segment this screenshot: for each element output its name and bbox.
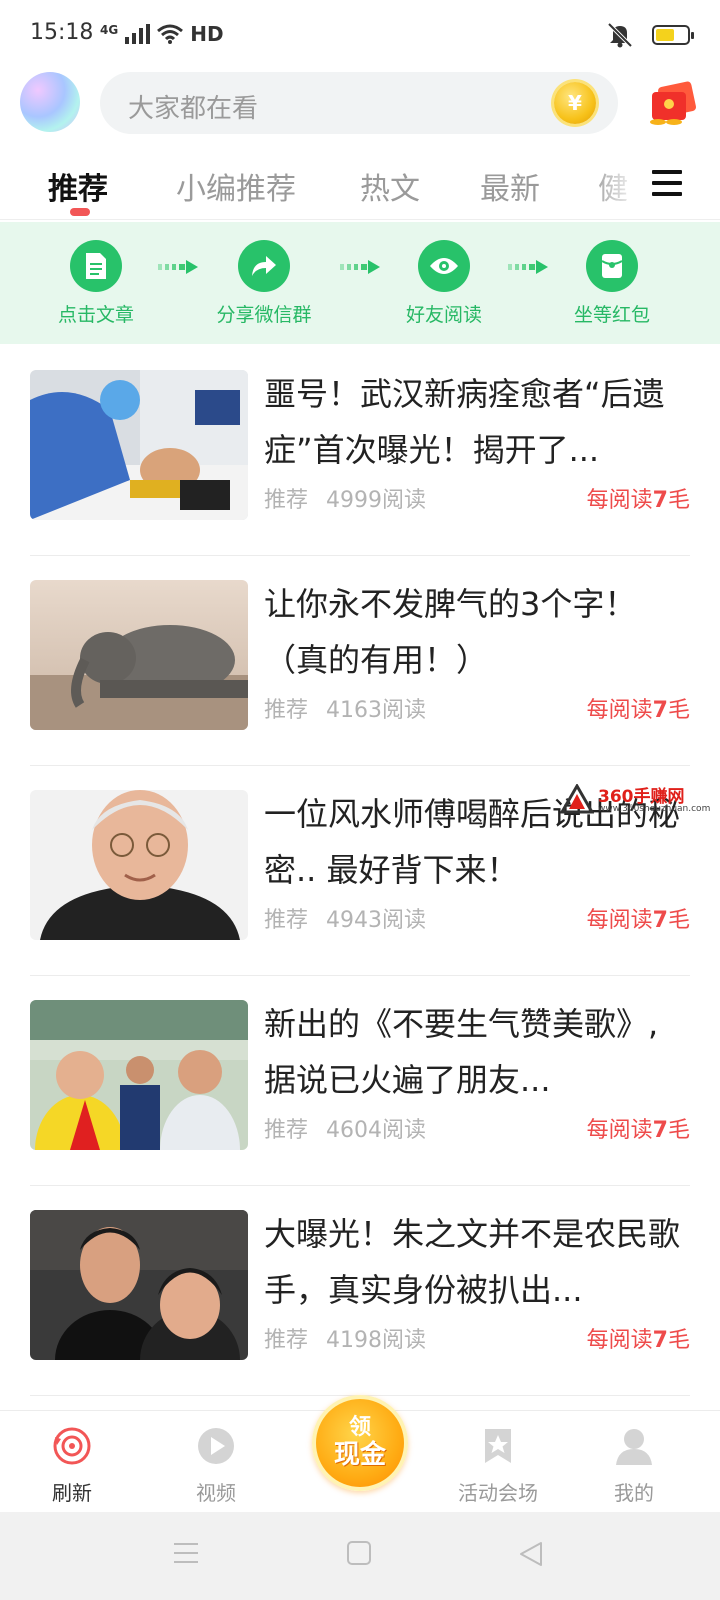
bottom-nav: 刷新 视频 领 现金 活动会场 我的 — [0, 1395, 720, 1512]
coin-icon[interactable]: ¥ — [554, 82, 596, 124]
article-reward: 每阅读7毛 — [586, 1118, 690, 1143]
tab-fade — [590, 150, 640, 216]
step-click-article: 点击文章 — [26, 240, 166, 327]
article-reads: 4198阅读 — [326, 1328, 427, 1353]
signal-icon — [125, 24, 151, 44]
step-label: 点击文章 — [57, 304, 134, 326]
article-tag: 推荐 — [264, 908, 309, 933]
article-reward: 每阅读7毛 — [586, 1328, 690, 1353]
article-title: 噩号！武汉新病痊愈者“后遗症”首次曝光！揭开了... — [264, 375, 665, 469]
article-title: 让你永不发脾气的3个字！（真的有用！） — [264, 585, 637, 679]
article-meta: 推荐 4999阅读 — [264, 482, 426, 514]
nav-video[interactable]: 视频 — [166, 1425, 266, 1506]
tab-editor-picks[interactable]: 小编推荐 — [176, 164, 296, 208]
share-icon — [238, 240, 290, 292]
wifi-icon — [157, 24, 184, 44]
back-triangle-icon[interactable] — [518, 1540, 544, 1568]
article-thumbnail — [30, 370, 248, 520]
nav-refresh[interactable]: 刷新 — [22, 1425, 122, 1506]
system-nav-bar — [0, 1512, 720, 1600]
article-tag: 推荐 — [264, 488, 309, 513]
step-wait-redpacket: 坐等红包 — [542, 240, 682, 327]
nav-profile[interactable]: 我的 — [584, 1425, 684, 1506]
user-icon — [616, 1429, 652, 1465]
red-packet-icon — [586, 240, 638, 292]
hd-indicator: HD — [190, 22, 224, 46]
red-envelope-icon[interactable] — [648, 78, 698, 126]
article-thumbnail — [30, 1000, 248, 1150]
earn-steps-banner[interactable]: 点击文章 分享微信群 好友阅读 坐等红包 — [0, 222, 720, 344]
play-icon — [198, 1428, 234, 1464]
status-bar: 15:18 4G HD — [0, 0, 720, 70]
coin-symbol: ¥ — [568, 91, 582, 115]
article-reads: 4943阅读 — [326, 908, 427, 933]
watermark-url: www.360shouzhuan.com — [598, 804, 711, 814]
article-thumbnail — [30, 1210, 248, 1360]
article-tag: 推荐 — [264, 698, 309, 723]
article-thumbnail — [30, 790, 248, 940]
menu-lines-icon[interactable] — [172, 1540, 200, 1566]
nav-label: 视频 — [196, 1481, 236, 1505]
article-meta: 推荐 4198阅读 — [264, 1322, 426, 1354]
cash-top-label: 领 — [348, 1415, 371, 1440]
step-friend-read: 好友阅读 — [374, 240, 514, 327]
tab-recommend[interactable]: 推荐 — [48, 164, 108, 208]
article-reads: 4999阅读 — [326, 488, 427, 513]
status-time: 15:18 — [30, 20, 94, 45]
step-label: 坐等红包 — [573, 304, 650, 326]
home-square-icon[interactable] — [346, 1540, 372, 1566]
step-label: 分享微信群 — [216, 304, 312, 326]
article-tag: 推荐 — [264, 1118, 309, 1143]
nav-label: 活动会场 — [458, 1481, 538, 1505]
battery-level — [656, 29, 674, 41]
category-tabs: 推荐 小编推荐 热文 最新 健 — [0, 150, 720, 220]
article-item[interactable]: 噩号！武汉新病痊愈者“后遗症”首次曝光！揭开了... 推荐 4999阅读 每阅读7… — [30, 346, 690, 556]
tab-indicator — [70, 208, 90, 216]
tab-latest[interactable]: 最新 — [480, 164, 540, 208]
mute-bell-icon — [607, 22, 633, 48]
article-reads: 4163阅读 — [326, 698, 427, 723]
article-title: 新出的《不要生气赞美歌》,据说已火遍了朋友... — [264, 1005, 659, 1099]
article-meta: 推荐 4604阅读 — [264, 1112, 426, 1144]
refresh-icon — [53, 1427, 91, 1465]
watermark: 360手赚网 www.360shouzhuan.com — [560, 780, 720, 820]
article-reward: 每阅读7毛 — [586, 908, 690, 933]
step-label: 好友阅读 — [405, 304, 482, 326]
document-icon — [70, 240, 122, 292]
avatar[interactable] — [20, 72, 80, 132]
star-bookmark-icon — [485, 1429, 511, 1463]
article-reads: 4604阅读 — [326, 1118, 427, 1143]
search-input[interactable]: 大家都在看 ¥ — [100, 72, 618, 134]
article-meta: 推荐 4943阅读 — [264, 902, 426, 934]
article-reward: 每阅读7毛 — [586, 488, 690, 513]
battery-icon — [652, 25, 694, 45]
step-share-group: 分享微信群 — [194, 240, 334, 327]
nav-label: 刷新 — [52, 1481, 92, 1505]
nav-label: 我的 — [614, 1481, 654, 1505]
article-thumbnail — [30, 580, 248, 730]
article-item[interactable]: 让你永不发脾气的3个字！（真的有用！） 推荐 4163阅读 每阅读7毛 — [30, 556, 690, 766]
article-title: 大曝光！朱之文并不是农民歌手，真实身份被扒出... — [264, 1215, 681, 1309]
article-item[interactable]: 大曝光！朱之文并不是农民歌手，真实身份被扒出... 推荐 4198阅读 每阅读7毛 — [30, 1186, 690, 1396]
menu-icon[interactable] — [652, 170, 682, 196]
tab-hot[interactable]: 热文 — [360, 164, 420, 208]
cash-bottom-label: 现金 — [333, 1440, 386, 1470]
nav-activity[interactable]: 活动会场 — [448, 1425, 548, 1506]
article-item[interactable]: 新出的《不要生气赞美歌》,据说已火遍了朋友... 推荐 4604阅读 每阅读7毛 — [30, 976, 690, 1186]
eye-icon — [418, 240, 470, 292]
search-placeholder: 大家都在看 — [128, 94, 259, 124]
header: 大家都在看 ¥ — [0, 70, 720, 140]
article-reward: 每阅读7毛 — [586, 698, 690, 723]
network-type: 4G — [100, 23, 119, 37]
watermark-logo-icon — [560, 784, 594, 814]
network-indicator: 4G HD — [100, 22, 224, 46]
article-tag: 推荐 — [264, 1328, 309, 1353]
article-meta: 推荐 4163阅读 — [264, 692, 426, 724]
get-cash-button[interactable]: 领 现金 — [312, 1395, 408, 1491]
